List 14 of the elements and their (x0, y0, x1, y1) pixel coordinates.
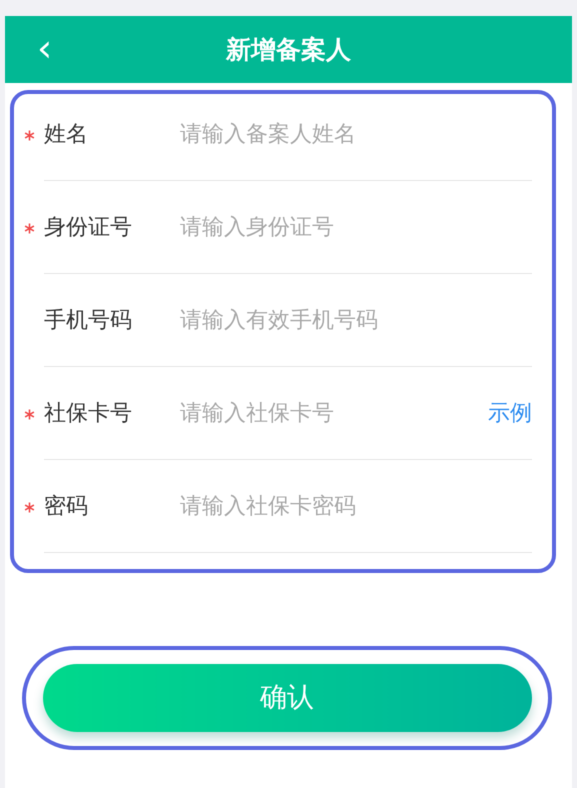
field-label: 社保卡号 (44, 400, 133, 428)
field-label: 密码 (44, 493, 89, 521)
input-field[interactable]: 请输入社保卡密码 (180, 490, 532, 523)
back-button[interactable]: ‹ (33, 30, 56, 66)
input-field[interactable]: 请输入社保卡号 (180, 397, 488, 430)
field-label: 姓名 (44, 121, 89, 149)
input-field[interactable]: 请输入有效手机号码 (180, 304, 532, 337)
field-label: 手机号码 (44, 307, 133, 335)
input-field[interactable]: 请输入备案人姓名 (180, 118, 532, 151)
input-field[interactable]: 请输入身份证号 (180, 211, 532, 244)
example-link[interactable]: 示例 (488, 397, 532, 430)
confirm-button[interactable]: 确认 (42, 664, 532, 732)
field-label: 身份证号 (44, 214, 133, 242)
page-title: 新增备案人 (226, 34, 351, 66)
